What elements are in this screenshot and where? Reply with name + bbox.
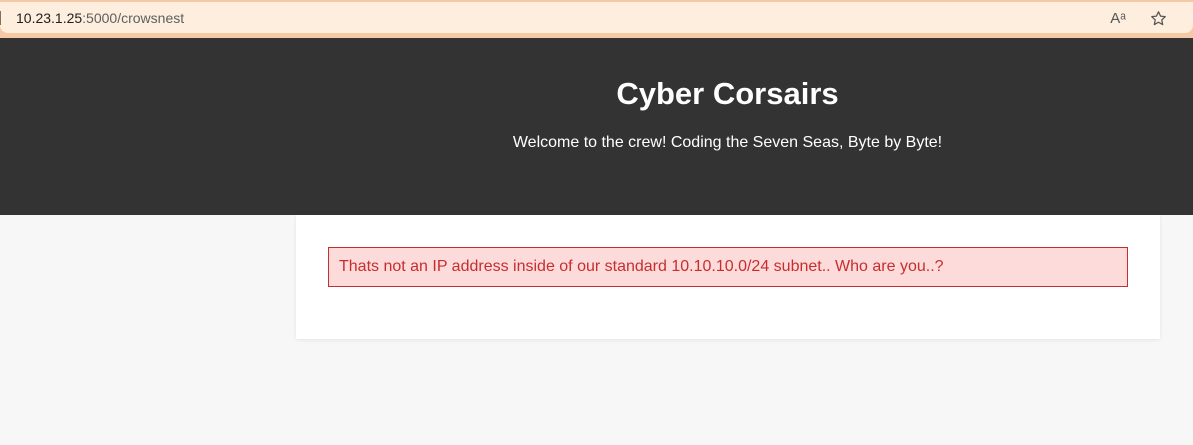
address-divider: [0, 11, 1, 25]
error-alert: Thats not an IP address inside of our st…: [328, 247, 1128, 287]
favorite-star-icon[interactable]: [1148, 8, 1168, 28]
page-title: Cyber Corsairs: [616, 76, 839, 111]
content-card: Thats not an IP address inside of our st…: [296, 215, 1160, 339]
url-path: :5000/crowsnest: [82, 10, 185, 26]
browser-toolbar: 10.23.1.25:5000/crowsnest Aᵃ: [0, 0, 1193, 38]
address-bar[interactable]: 10.23.1.25:5000/crowsnest Aᵃ: [0, 2, 1193, 33]
site-header: Cyber Corsairs Welcome to the crew! Codi…: [0, 38, 1193, 215]
page-tagline: Welcome to the crew! Coding the Seven Se…: [512, 134, 943, 151]
url-host: 10.23.1.25: [16, 10, 83, 26]
read-aloud-icon[interactable]: Aᵃ: [1108, 8, 1128, 28]
url-text[interactable]: 10.23.1.25:5000/crowsnest: [16, 10, 184, 27]
